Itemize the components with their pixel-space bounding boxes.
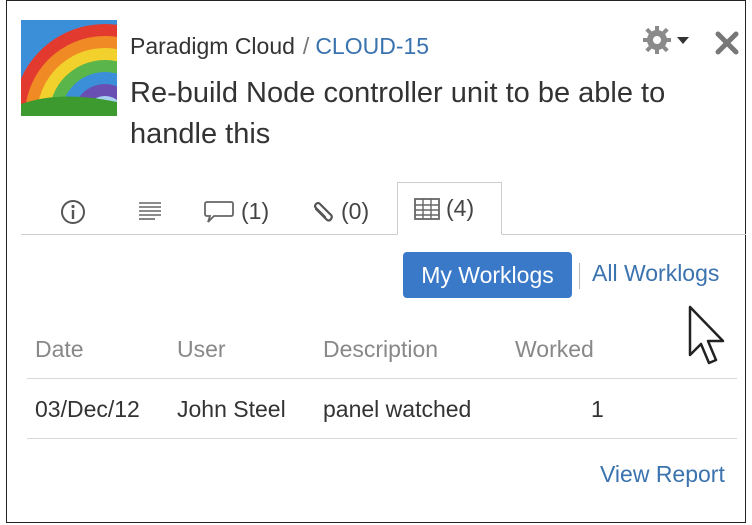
breadcrumb-separator: / xyxy=(302,33,310,59)
table-header-divider xyxy=(27,378,737,379)
project-logo xyxy=(21,20,117,116)
close-button[interactable] xyxy=(712,28,742,58)
tab-details[interactable] xyxy=(60,189,86,234)
issue-key-link[interactable]: CLOUD-15 xyxy=(315,33,429,59)
comment-icon xyxy=(204,200,234,223)
table-footer-divider xyxy=(27,438,737,439)
description-icon xyxy=(139,201,161,220)
all-worklogs-link[interactable]: All Worklogs xyxy=(592,260,719,287)
tab-worklog-count: (4) xyxy=(446,195,475,221)
my-worklogs-button[interactable]: My Worklogs xyxy=(403,252,572,298)
column-header-user[interactable]: User xyxy=(177,336,226,363)
info-icon xyxy=(61,199,85,224)
gear-menu-button[interactable] xyxy=(643,25,689,55)
cell-user[interactable]: John Steel xyxy=(177,396,286,423)
column-header-description[interactable]: Description xyxy=(323,336,438,363)
chevron-down-icon xyxy=(677,37,689,44)
column-header-date[interactable]: Date xyxy=(35,336,84,363)
tab-bar-divider xyxy=(21,234,746,235)
cell-worked: 1 xyxy=(591,396,604,422)
close-icon xyxy=(715,31,739,55)
attachment-icon xyxy=(313,201,333,222)
project-name[interactable]: Paradigm Cloud xyxy=(130,33,295,59)
tab-worklog[interactable]: (4) xyxy=(397,182,502,235)
filter-divider xyxy=(579,263,580,289)
mouse-cursor-icon xyxy=(688,305,725,365)
view-report-link[interactable]: View Report xyxy=(600,461,725,488)
issue-panel: Paradigm Cloud / CLOUD-15 Re-build Node co… xyxy=(6,0,746,523)
worklog-table-icon xyxy=(414,197,440,220)
tab-comments[interactable]: (1) xyxy=(203,189,269,234)
tab-comments-count: (1) xyxy=(241,198,270,224)
issue-summary: Re-build Node controller unit to be able… xyxy=(130,77,666,150)
tab-attachments[interactable]: (0) xyxy=(309,189,369,234)
column-header-worked[interactable]: Worked xyxy=(515,336,594,363)
cell-description: panel watched xyxy=(323,396,472,422)
tab-description[interactable] xyxy=(137,189,163,234)
project-breadcrumb: Paradigm Cloud / CLOUD-15 xyxy=(130,33,429,60)
cell-date: 03/Dec/12 xyxy=(35,396,140,422)
tab-attachments-count: (0) xyxy=(341,198,370,224)
